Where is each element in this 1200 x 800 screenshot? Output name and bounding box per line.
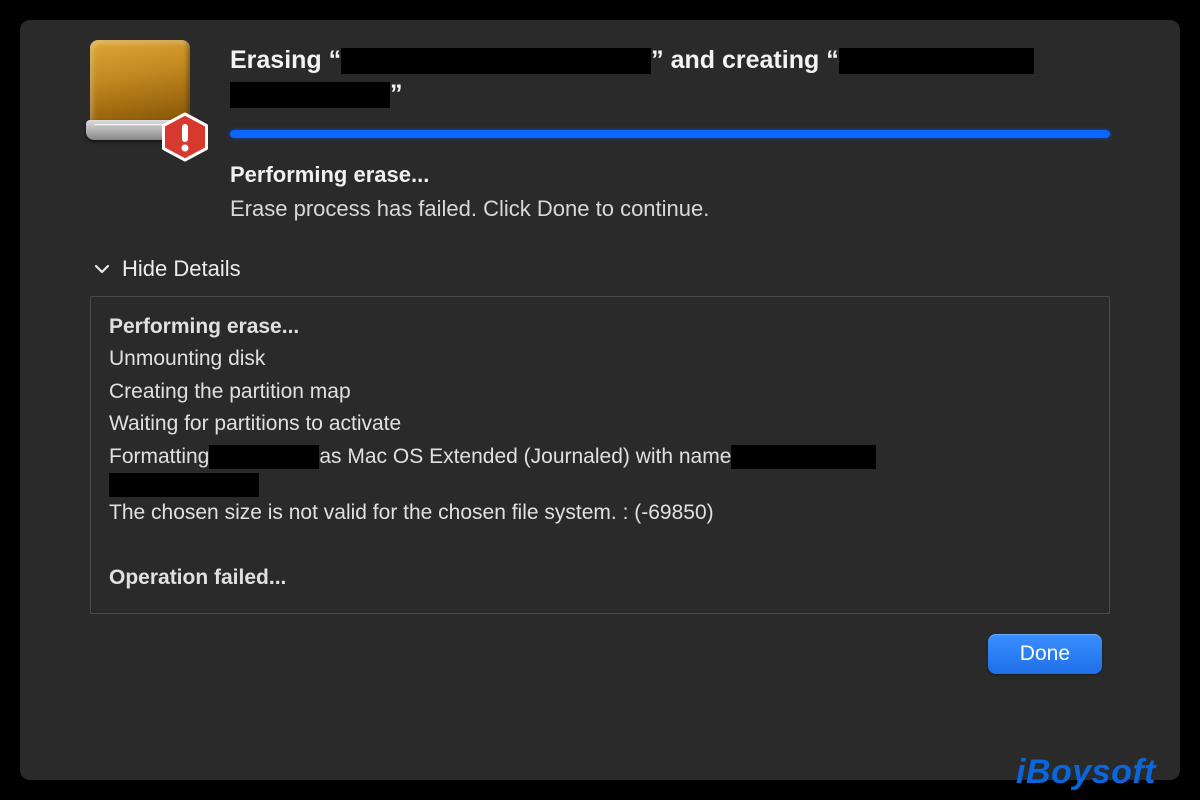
log-line [109,473,1091,497]
redacted-disk-id [209,445,319,469]
header-row: Erasing “ ” and creating “ ” Performing … [90,40,1110,222]
redacted-target-name-a [839,48,1034,74]
log-line: Waiting for partitions to activate [109,408,1091,441]
dialog-panel: Erasing “ ” and creating “ ” Performing … [20,20,1180,780]
done-button[interactable]: Done [988,634,1102,674]
log-line: The chosen size is not valid for the cho… [109,497,1091,530]
details-toggle[interactable]: Hide Details [94,256,241,282]
redacted-vol-name-a [731,445,876,469]
status-subtext: Erase process has failed. Click Done to … [230,196,1110,222]
button-row: Done [90,634,1110,674]
chevron-down-icon [94,261,110,277]
status-heading: Performing erase... [230,162,1110,188]
log-line: Formatting as Mac OS Extended (Journaled… [109,441,1091,474]
redacted-target-name-b [230,82,390,108]
title-suffix: ” [390,78,403,112]
external-drive-icon [90,40,200,150]
watermark-text: iBoysoft [1016,753,1156,792]
dialog-title: Erasing “ ” and creating “ ” [230,44,1110,112]
redacted-source-name [341,48,651,74]
title-prefix: Erasing “ [230,44,341,78]
header-text: Erasing “ ” and creating “ ” Performing … [230,40,1110,222]
redacted-vol-name-b [109,473,259,497]
log-line: Unmounting disk [109,343,1091,376]
title-mid: ” and creating “ [651,44,839,78]
details-log: Performing erase... Unmounting disk Crea… [90,296,1110,614]
log-line [109,530,1091,563]
log-line: Performing erase... [109,311,1091,344]
progress-bar [230,130,1110,138]
log-line: Creating the partition map [109,376,1091,409]
details-toggle-label: Hide Details [122,256,241,282]
log-line: Operation failed... [109,562,1091,595]
alert-badge-icon [160,112,210,162]
